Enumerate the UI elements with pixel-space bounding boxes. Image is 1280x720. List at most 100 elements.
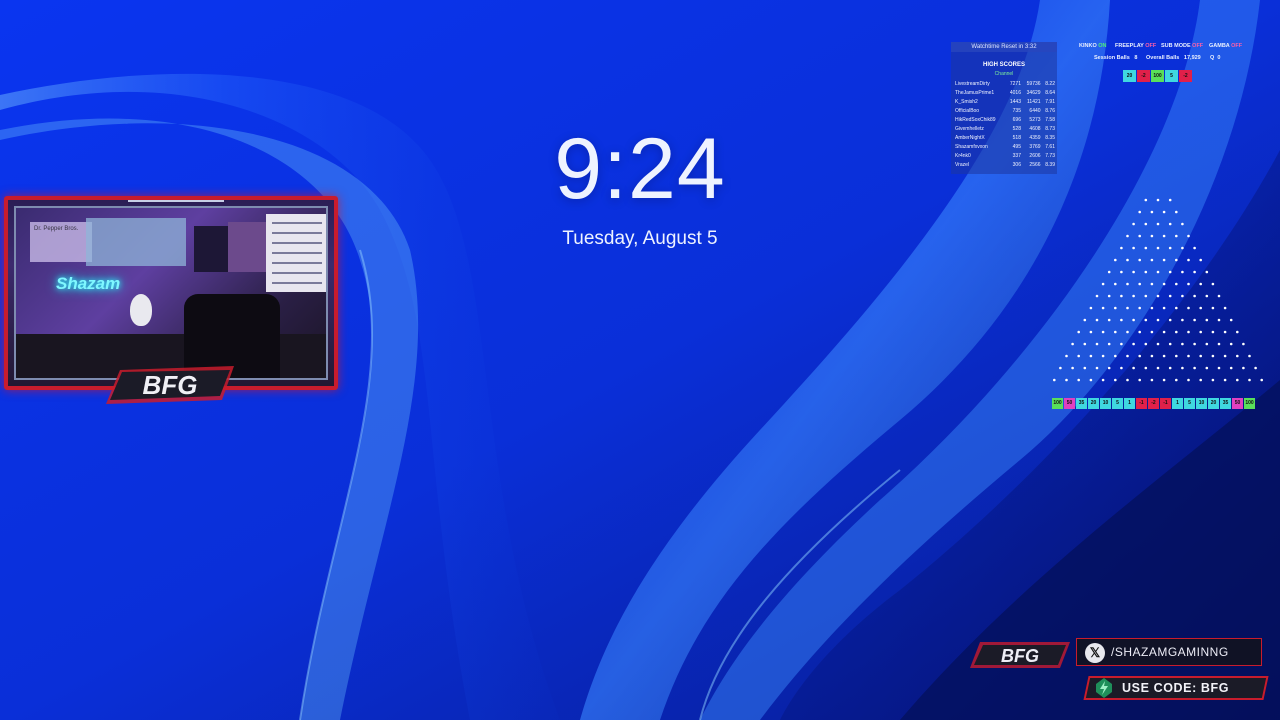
plinko-peg	[1175, 330, 1178, 334]
high-score-row: TheJamusPrime1 4016 34629 8.64	[955, 89, 1055, 98]
player-stat: 8.22	[1045, 81, 1055, 87]
plinko-peg	[1114, 258, 1117, 262]
result-chip: -2	[1179, 70, 1192, 82]
plinko-peg	[1242, 366, 1245, 370]
plinko-peg	[1144, 342, 1148, 346]
webcam-poster-purple	[228, 222, 268, 272]
plinko-peg	[1187, 306, 1190, 310]
session-balls: Session Balls 8	[1094, 55, 1138, 61]
plinko-peg	[1071, 366, 1074, 370]
plinko-peg	[1175, 234, 1178, 238]
player-stat: 7.61	[1045, 144, 1055, 150]
player-stat: 495	[1012, 144, 1021, 150]
high-score-row: OfficialBoo 735 6440 8.76	[955, 107, 1055, 116]
result-chip: 20	[1208, 398, 1219, 409]
plinko-peg	[1193, 294, 1196, 298]
plinko-peg	[1223, 378, 1227, 382]
plinko-peg	[1199, 306, 1202, 310]
high-scores-table: LivestreamDirty 7271 59736 8.22 TheJamusPrim…	[955, 80, 1055, 170]
webcam-banner: Dr. Pepper Bros.	[30, 222, 92, 262]
plinko-board	[1053, 198, 1263, 382]
plinko-peg	[1150, 282, 1154, 286]
player-stat: 6440	[1029, 108, 1041, 114]
plinko-peg	[1101, 282, 1105, 286]
webcam-feed: Dr. Pepper Bros. Shazam	[14, 206, 328, 380]
bfg-logo-small: BFG	[970, 642, 1070, 668]
player-name: TheJamusPrime1	[955, 90, 995, 96]
plinko-peg	[1114, 282, 1117, 286]
plinko-peg	[1126, 330, 1129, 334]
plinko-peg	[1114, 378, 1117, 382]
result-chip: 100	[1244, 398, 1255, 409]
plinko-peg	[1162, 354, 1166, 358]
plinko-peg	[1181, 318, 1184, 322]
plinko-peg	[1187, 330, 1190, 334]
player-name: AmberNightX	[955, 135, 985, 141]
plinko-peg	[1053, 378, 1056, 382]
plinko-peg	[1144, 294, 1148, 298]
player-stat: 337	[1012, 153, 1021, 159]
player-stat: 7.58	[1045, 117, 1055, 123]
x-icon: 𝕏	[1085, 643, 1105, 663]
plinko-peg	[1144, 318, 1148, 322]
plinko-peg	[1162, 234, 1166, 238]
high-scores-title: HIGH SCORES	[982, 62, 1025, 68]
kinko-status: KINKO ON	[1079, 43, 1107, 49]
plinko-peg	[1175, 258, 1178, 262]
plinko-peg	[1168, 198, 1172, 202]
freeplay-status: FREEPLAY OFF	[1115, 43, 1157, 49]
plinko-peg	[1162, 306, 1166, 310]
plinko-peg	[1217, 318, 1221, 322]
plinko-peg	[1211, 354, 1215, 358]
player-stat: 11421	[1027, 99, 1041, 105]
plinko-peg	[1223, 306, 1227, 310]
plinko-peg	[1126, 306, 1129, 310]
plinko-peg	[1120, 294, 1123, 298]
player-stat: 306	[1012, 162, 1021, 168]
plinko-peg	[1223, 354, 1227, 358]
plinko-peg	[1120, 342, 1123, 346]
plinko-peg	[1236, 330, 1239, 334]
plinko-peg	[1181, 366, 1184, 370]
plinko-peg	[1120, 318, 1123, 322]
bfg-small-text: BFG	[1001, 646, 1039, 666]
plinko-peg	[1181, 270, 1184, 274]
player-stat: 4016	[1009, 90, 1021, 96]
plinko-peg	[1229, 342, 1233, 346]
plinko-peg	[1138, 378, 1141, 382]
social-handle-box[interactable]: 𝕏 /SHAZAMGAMINNG	[1076, 638, 1262, 666]
player-name: OfficialBoo	[955, 108, 980, 114]
plinko-peg	[1150, 378, 1154, 382]
plinko-peg	[1199, 330, 1202, 334]
high-score-row: Kr4nk0 337 2606 7.73	[955, 152, 1055, 161]
plinko-peg	[1205, 342, 1209, 346]
plinko-peg	[1156, 222, 1160, 226]
plinko-peg	[1236, 378, 1239, 382]
player-stat: 8.73	[1045, 126, 1055, 132]
plinko-peg	[1248, 378, 1251, 382]
plinko-peg	[1199, 282, 1202, 286]
plinko-peg	[1175, 378, 1178, 382]
high-scores-subtitle: Channel	[994, 71, 1014, 77]
player-name: HikRedSoxChik89	[955, 117, 996, 123]
player-stat: 2606	[1029, 153, 1041, 159]
plinko-peg	[1217, 294, 1221, 298]
result-chip: 1	[1124, 398, 1135, 409]
webcam-frame-accent	[128, 200, 224, 202]
plinko-peg	[1199, 378, 1202, 382]
queue-count: Q 0	[1210, 55, 1221, 61]
plinko-peg	[1126, 234, 1129, 238]
plinko-peg	[1083, 366, 1087, 370]
plinko-peg	[1132, 270, 1135, 274]
plinko-peg	[1254, 366, 1257, 370]
plinko-peg	[1205, 366, 1209, 370]
player-stat: 518	[1012, 135, 1021, 141]
plinko-peg	[1077, 330, 1080, 334]
plinko-peg	[1229, 366, 1233, 370]
plinko-peg	[1138, 282, 1141, 286]
player-stat: 34629	[1026, 90, 1041, 96]
high-score-row: LivestreamDirty 7271 59736 8.22	[955, 80, 1055, 89]
plinko-peg	[1260, 378, 1263, 382]
player-stat: 7.73	[1045, 153, 1055, 159]
plinko-peg	[1120, 246, 1123, 250]
